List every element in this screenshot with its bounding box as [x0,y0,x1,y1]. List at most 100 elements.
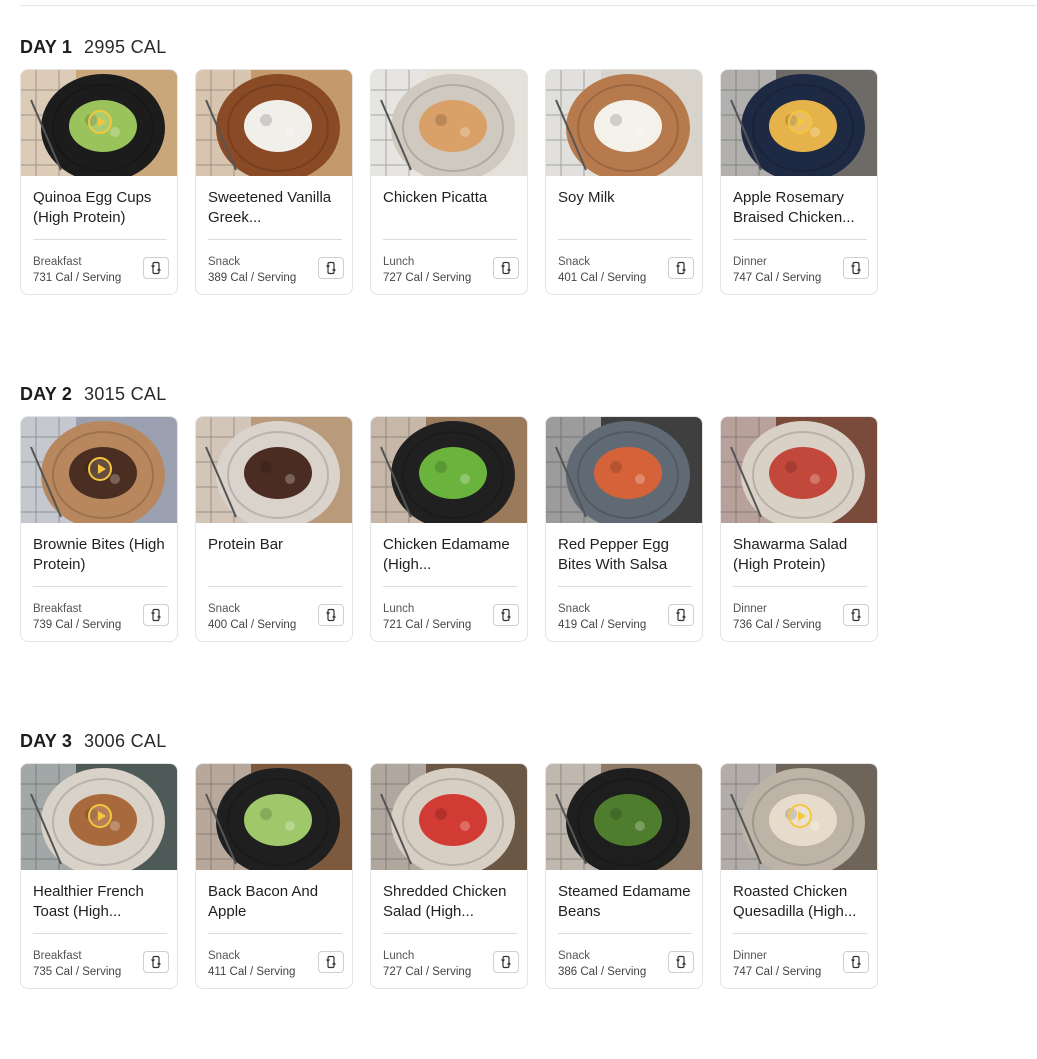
swap-icon [676,261,686,275]
meal-card[interactable]: Quinoa Egg Cups (High Protein) Breakfast 7… [20,69,178,295]
meal-photo[interactable] [371,70,527,176]
meal-card[interactable]: Soy Milk Snack 401 Cal / Serving [545,69,703,295]
meal-card[interactable]: Shawarma Salad (High Protein) Dinner 736 C… [720,416,878,642]
swap-meal-button[interactable] [668,951,694,973]
meal-type: Snack [208,950,240,962]
meal-card[interactable]: Chicken Edamame (High... Lunch 721 Cal / S… [370,416,528,642]
swap-meal-button[interactable] [843,604,869,626]
meal-photo[interactable] [196,417,352,523]
swap-meal-button[interactable] [493,257,519,279]
meal-photo[interactable] [21,417,177,523]
meal-card[interactable]: Steamed Edamame Beans Snack 386 Cal / Serv… [545,763,703,989]
meal-photo[interactable] [196,70,352,176]
meal-meta: Snack 400 Cal / Serving [208,601,296,633]
meal-photo[interactable] [371,417,527,523]
swap-icon [501,955,511,969]
card-divider [208,586,342,587]
meal-title[interactable]: Healthier French Toast (High... [33,882,167,922]
swap-meal-button[interactable] [143,604,169,626]
swap-meal-button[interactable] [493,604,519,626]
meal-title[interactable]: Chicken Edamame (High... [383,535,517,575]
day-header: DAY 1 2995 CAL [20,37,1020,61]
meal-title[interactable]: Shredded Chicken Salad (High... [383,882,517,922]
play-video-icon[interactable] [88,804,112,828]
meal-card[interactable]: Roasted Chicken Quesadilla (High... Dinne… [720,763,878,989]
meal-card[interactable]: Chicken Picatta Lunch 727 Cal / Serving [370,69,528,295]
meal-photo[interactable] [546,417,702,523]
swap-meal-button[interactable] [143,257,169,279]
meal-card[interactable]: Apple Rosemary Braised Chicken... Dinner 7… [720,69,878,295]
meal-title[interactable]: Red Pepper Egg Bites With Salsa [558,535,692,575]
meal-type: Snack [208,256,240,268]
meal-photo-image [371,417,527,523]
meal-card[interactable]: Protein Bar Snack 400 Cal / Serving [195,416,353,642]
swap-meal-button[interactable] [143,951,169,973]
meal-meta: Snack 386 Cal / Serving [558,948,646,980]
play-video-icon[interactable] [788,110,812,134]
meal-card[interactable]: Brownie Bites (High Protein) Breakfast 739… [20,416,178,642]
meal-photo[interactable] [721,417,877,523]
swap-icon [151,608,161,622]
play-video-icon[interactable] [88,457,112,481]
meal-photo[interactable] [371,764,527,870]
meal-title[interactable]: Sweetened Vanilla Greek... [208,188,342,228]
meal-title[interactable]: Chicken Picatta [383,188,517,228]
meal-title[interactable]: Protein Bar [208,535,342,575]
meal-photo-image [196,417,352,523]
meal-photo-image [546,764,702,870]
meal-photo[interactable] [196,764,352,870]
meal-title[interactable]: Back Bacon And Apple [208,882,342,922]
meal-photo[interactable] [721,70,877,176]
meal-calories: 401 Cal / Serving [558,272,647,284]
meal-photo-image [546,417,702,523]
meal-card-row: Brownie Bites (High Protein) Breakfast 739… [20,416,878,642]
meal-meta: Lunch 727 Cal / Serving [383,948,471,980]
meal-card[interactable]: Sweetened Vanilla Greek... Snack 389 Cal /… [195,69,353,295]
meal-photo-image [371,764,527,870]
swap-meal-button[interactable] [668,604,694,626]
swap-meal-button[interactable] [843,951,869,973]
meal-title[interactable]: Apple Rosemary Braised Chicken... [733,188,867,228]
meal-calories: 747 Cal / Serving [733,966,822,978]
meal-card[interactable]: Shredded Chicken Salad (High... Lunch 727 … [370,763,528,989]
meal-title[interactable]: Quinoa Egg Cups (High Protein) [33,188,167,228]
meal-type: Dinner [733,256,767,268]
meal-card[interactable]: Back Bacon And Apple Snack 411 Cal / Servi… [195,763,353,989]
swap-icon [501,261,511,275]
swap-meal-button[interactable] [843,257,869,279]
day-section: DAY 1 2995 CAL Quinoa Egg Cups (High Prot… [20,37,1020,295]
meal-title[interactable]: Steamed Edamame Beans [558,882,692,922]
meal-photo[interactable] [546,764,702,870]
meal-card[interactable]: Healthier French Toast (High... Breakfast… [20,763,178,989]
swap-icon [851,261,861,275]
meal-card[interactable]: Red Pepper Egg Bites With Salsa Snack 419 … [545,416,703,642]
day-label: DAY 1 [20,37,73,57]
swap-meal-button[interactable] [668,257,694,279]
day-label: DAY 2 [20,384,73,404]
swap-icon [151,955,161,969]
meal-title[interactable]: Shawarma Salad (High Protein) [733,535,867,575]
meal-title[interactable]: Brownie Bites (High Protein) [33,535,167,575]
meal-photo[interactable] [21,70,177,176]
play-video-icon[interactable] [788,804,812,828]
swap-meal-button[interactable] [318,951,344,973]
meal-photo[interactable] [546,70,702,176]
meal-title[interactable]: Soy Milk [558,188,692,228]
swap-meal-button[interactable] [318,257,344,279]
swap-icon [326,261,336,275]
day-header: DAY 2 3015 CAL [20,384,1020,408]
meal-type: Breakfast [33,603,82,615]
meal-type: Lunch [383,603,415,615]
card-divider [33,586,167,587]
day-label: DAY 3 [20,731,73,751]
meal-photo[interactable] [21,764,177,870]
play-video-icon[interactable] [88,110,112,134]
meal-type: Snack [558,603,590,615]
swap-meal-button[interactable] [493,951,519,973]
meal-photo-image [721,417,877,523]
meal-type: Snack [558,950,590,962]
meal-title[interactable]: Roasted Chicken Quesadilla (High... [733,882,867,922]
meal-photo[interactable] [721,764,877,870]
swap-meal-button[interactable] [318,604,344,626]
meal-type: Breakfast [33,256,82,268]
